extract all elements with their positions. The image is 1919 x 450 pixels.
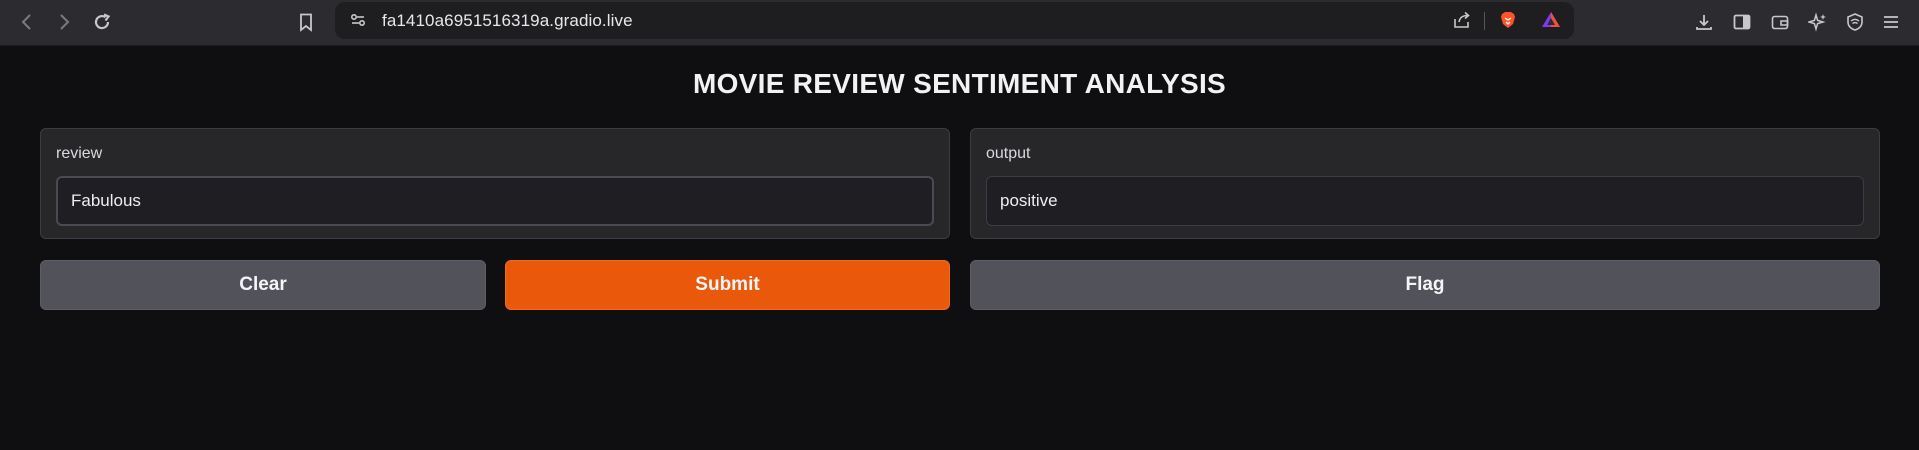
wallet-icon[interactable] [1765,7,1795,37]
reload-icon[interactable] [87,7,117,37]
submit-button[interactable]: Submit [505,260,950,310]
brave-lion-icon[interactable] [1493,5,1523,35]
browser-toolbar: fa1410a6951516319a.gradio.live [0,0,1919,46]
site-settings-icon[interactable] [343,5,373,35]
leo-ai-sparkle-icon[interactable] [1803,7,1833,37]
output-label: output [986,145,1031,162]
hamburger-menu-icon[interactable] [1876,7,1906,37]
sidebar-icon[interactable] [1727,7,1757,37]
output-field: positive [986,176,1864,226]
brave-rewards-triangle-icon[interactable] [1536,5,1566,35]
url-divider [1484,12,1485,30]
clear-button[interactable]: Clear [40,260,486,310]
review-input[interactable] [56,176,934,226]
vpn-shield-icon[interactable] [1840,7,1870,37]
review-label: review [56,145,103,162]
page-title: MOVIE REVIEW SENTIMENT ANALYSIS [692,68,1227,99]
download-icon[interactable] [1689,7,1719,37]
back-arrow-icon[interactable] [12,7,42,37]
address-bar[interactable]: fa1410a6951516319a.gradio.live [335,2,1574,39]
output-panel: output positive [970,128,1880,239]
forward-arrow-icon[interactable] [49,7,79,37]
bookmark-icon[interactable] [291,7,321,37]
share-icon[interactable] [1447,5,1477,35]
review-input-panel: review [40,128,950,239]
url-text[interactable]: fa1410a6951516319a.gradio.live [382,11,633,31]
flag-button[interactable]: Flag [970,260,1880,310]
